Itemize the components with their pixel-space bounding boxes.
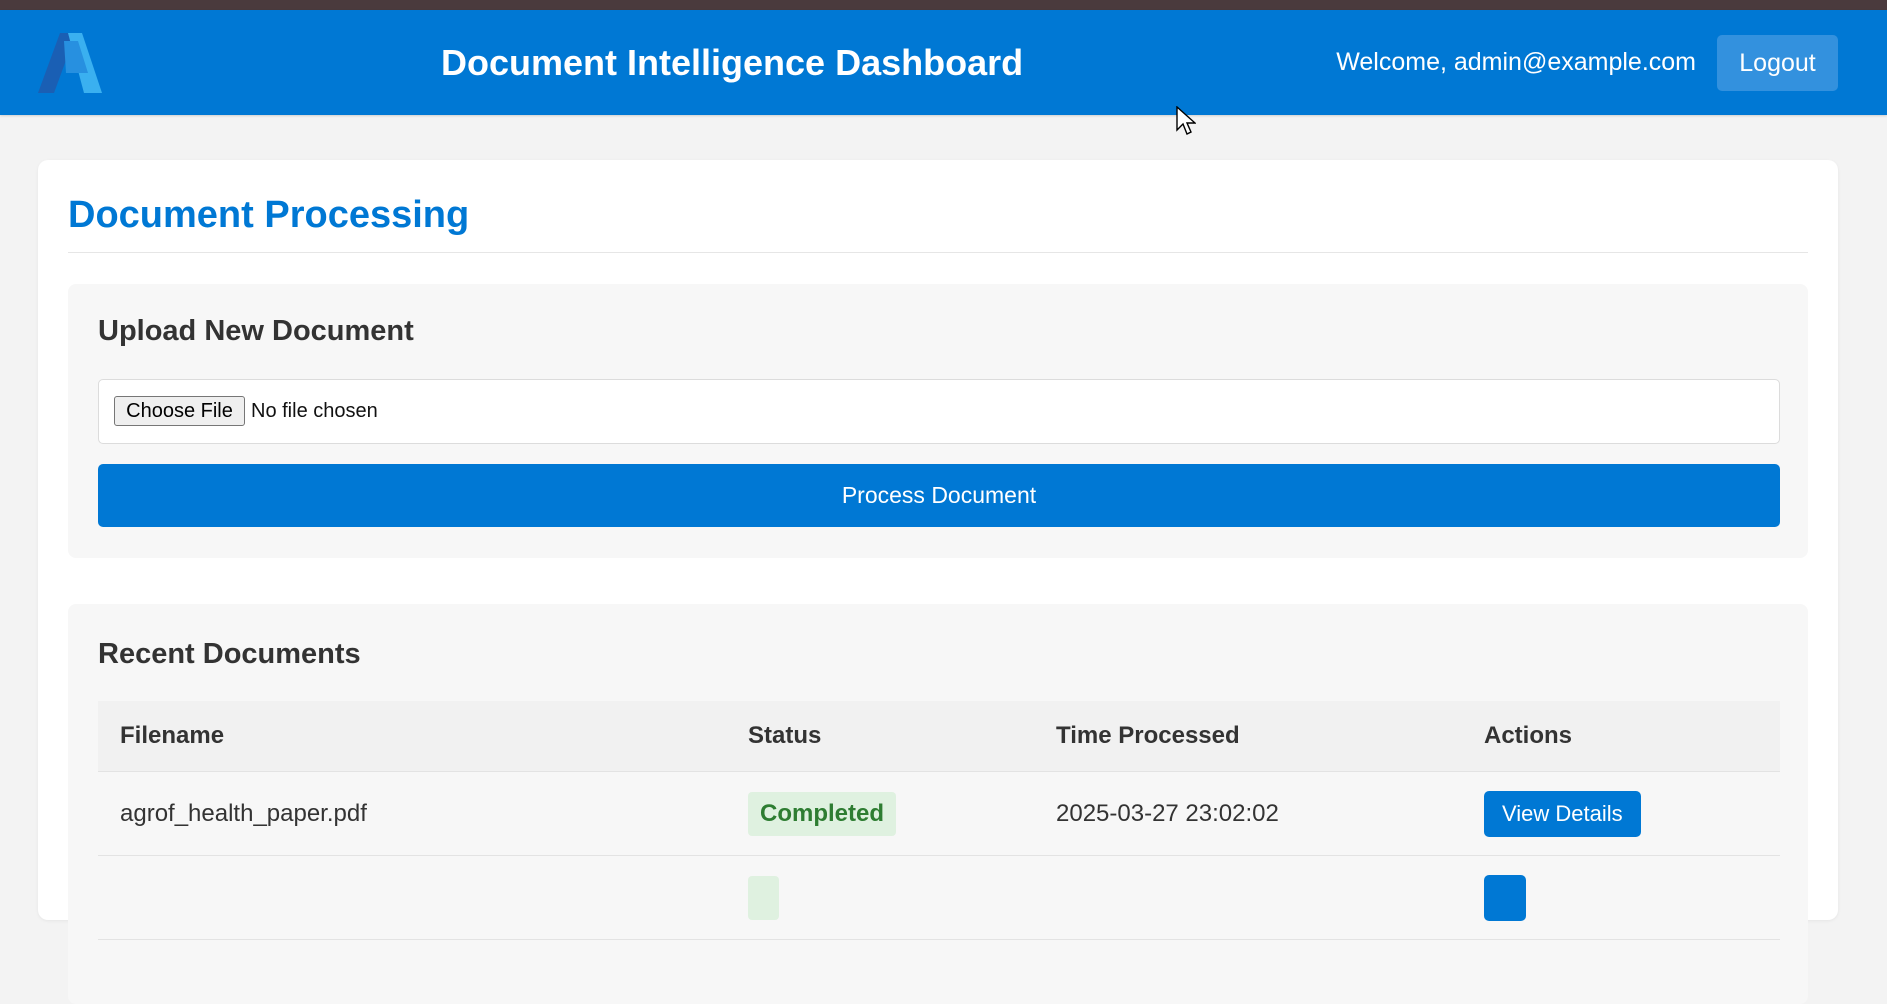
row-actions-cell bbox=[1462, 855, 1780, 940]
main-card: Document Processing Upload New Document … bbox=[38, 160, 1838, 1004]
page-title: Document Processing bbox=[68, 194, 470, 236]
view-details-button[interactable]: View Details bbox=[1484, 790, 1641, 837]
mouse-cursor-icon bbox=[1176, 106, 1196, 135]
view-details-button[interactable] bbox=[1484, 874, 1527, 921]
window-top-strip bbox=[0, 0, 1887, 10]
row-status-cell bbox=[726, 855, 1034, 940]
column-header-status: Status bbox=[726, 701, 1034, 772]
column-header-actions: Actions bbox=[1462, 701, 1780, 772]
logout-button[interactable]: Logout bbox=[1717, 35, 1838, 91]
file-input-field[interactable]: Choose File No file chosen bbox=[98, 379, 1780, 444]
status-badge bbox=[748, 875, 779, 920]
table-header-row: Filename Status Time Processed Actions bbox=[98, 701, 1780, 772]
process-document-button[interactable]: Process Document bbox=[98, 464, 1780, 527]
row-filename bbox=[98, 855, 726, 940]
file-status-text: No file chosen bbox=[251, 400, 378, 422]
column-header-filename: Filename bbox=[98, 701, 726, 772]
app-title: Document Intelligence Dashboard bbox=[441, 42, 1024, 83]
row-filename: agrof_health_paper.pdf bbox=[98, 771, 726, 856]
upload-section: Upload New Document Choose File No file … bbox=[68, 284, 1808, 558]
row-status-cell: Completed bbox=[726, 771, 1034, 856]
column-header-time: Time Processed bbox=[1034, 701, 1462, 772]
table-row bbox=[98, 855, 1780, 940]
choose-file-button[interactable]: Choose File bbox=[114, 396, 245, 426]
upload-section-title: Upload New Document bbox=[98, 315, 414, 347]
status-badge: Completed bbox=[748, 791, 897, 836]
recent-documents-title: Recent Documents bbox=[98, 638, 361, 670]
documents-table: Filename Status Time Processed Actions a… bbox=[98, 701, 1780, 940]
row-actions-cell: View Details bbox=[1462, 771, 1780, 856]
app-header: Document Intelligence Dashboard Welcome,… bbox=[0, 10, 1887, 115]
row-time-processed: 2025-03-27 23:02:02 bbox=[1034, 771, 1462, 856]
title-divider bbox=[68, 252, 1808, 253]
table-row: agrof_health_paper.pdf Completed 2025-03… bbox=[98, 771, 1780, 856]
azure-logo-icon bbox=[38, 33, 102, 93]
recent-documents-section: Recent Documents Filename Status Time Pr… bbox=[68, 604, 1808, 1004]
welcome-text: Welcome, admin@example.com bbox=[1336, 48, 1696, 76]
row-time-processed bbox=[1034, 855, 1462, 940]
